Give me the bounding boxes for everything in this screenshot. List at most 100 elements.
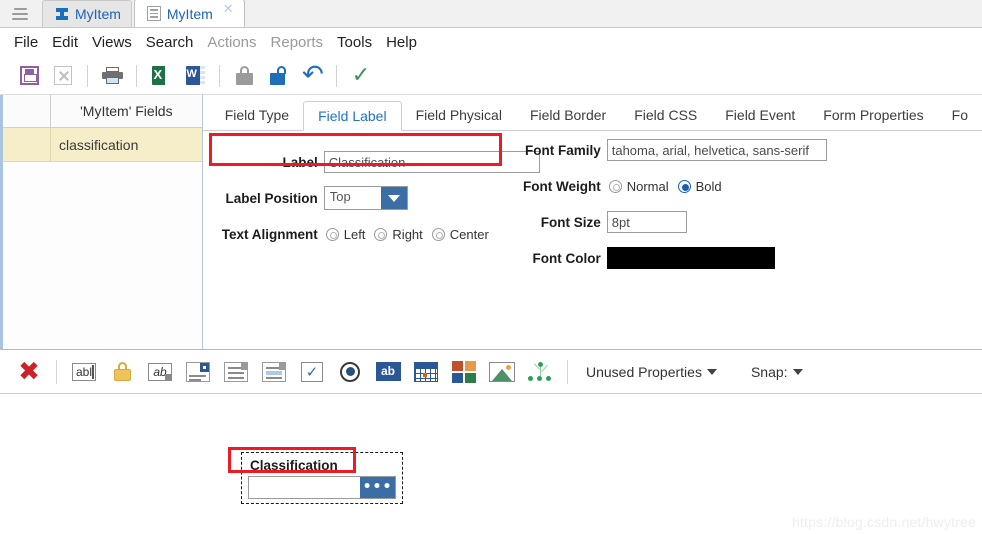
menu-item-search[interactable]: Search xyxy=(146,32,208,53)
browser-tab-bar: MyItem MyItem ✕ xyxy=(0,0,982,28)
close-icon[interactable]: ✕ xyxy=(223,2,234,15)
padlock-closed-icon xyxy=(235,66,253,85)
lock-button xyxy=(227,61,261,91)
radio-control-button[interactable] xyxy=(331,354,369,390)
font-size-row: Font Size xyxy=(511,207,827,237)
font-color-caption: Font Color xyxy=(532,250,601,266)
tab-field-label[interactable]: Field Label xyxy=(303,101,402,131)
window-tab-myitem-2[interactable]: MyItem ✕ xyxy=(133,0,245,27)
calendar-icon xyxy=(414,361,438,382)
delete-button xyxy=(46,61,80,91)
red-x-icon: ✖ xyxy=(18,356,40,387)
form-design-canvas[interactable]: Classification ••• https://blog.csdn.net… xyxy=(0,394,982,534)
label-control-button[interactable]: ab xyxy=(369,354,407,390)
label-input[interactable] xyxy=(323,151,540,173)
radio-align-right[interactable]: Right xyxy=(374,227,423,242)
export-excel-button[interactable] xyxy=(144,61,178,91)
field-name-cell[interactable]: classification xyxy=(51,128,202,161)
middle-split: 'MyItem' Fields classification Field Typ… xyxy=(0,95,982,350)
radio-label: Bold xyxy=(695,178,722,194)
font-color-swatch[interactable] xyxy=(606,247,775,269)
combobox-control-button[interactable] xyxy=(179,354,217,390)
label-position-select[interactable]: Top xyxy=(323,186,408,210)
label-caption: Label xyxy=(282,154,318,170)
font-weight-caption: Font Weight xyxy=(523,178,601,194)
window-tab-label: MyItem xyxy=(75,6,121,22)
image-control-button[interactable] xyxy=(483,354,521,390)
font-family-row: Font Family xyxy=(511,135,827,165)
chevron-down-icon xyxy=(792,368,803,375)
hamburger-menu-icon[interactable] xyxy=(0,0,40,27)
tab-field-border[interactable]: Field Border xyxy=(516,100,620,130)
tab-form-overflow[interactable]: Fo xyxy=(938,100,982,130)
textarea-control-button[interactable]: ab xyxy=(141,354,179,390)
combo-box-icon xyxy=(186,361,210,382)
tiles-control-button[interactable] xyxy=(445,354,483,390)
tab-field-type[interactable]: Field Type xyxy=(211,100,303,130)
label-position-caption: Label Position xyxy=(225,190,318,206)
widget-input[interactable]: ••• xyxy=(248,476,396,499)
row-gutter[interactable] xyxy=(3,128,51,161)
radio-font-normal[interactable]: Normal xyxy=(608,178,669,194)
grid-table-icon xyxy=(146,6,161,21)
menu-item-tools[interactable]: Tools xyxy=(337,32,386,53)
menu-item-file[interactable]: File xyxy=(14,32,52,53)
radio-font-bold[interactable]: Bold xyxy=(677,178,722,194)
font-family-input[interactable] xyxy=(606,139,827,161)
fields-list-panel: 'MyItem' Fields classification xyxy=(0,95,203,349)
listbox-control-button[interactable] xyxy=(217,354,255,390)
menu-item-actions: Actions xyxy=(207,34,257,51)
tree-control-button[interactable] xyxy=(521,354,559,390)
delete-x-box-icon xyxy=(54,66,72,85)
snap-menu[interactable]: Snap: xyxy=(741,364,813,380)
ellipsis-button[interactable]: ••• xyxy=(360,477,395,498)
menu-item-edit[interactable]: Edit xyxy=(52,32,92,53)
list-box-icon xyxy=(224,361,248,382)
tab-form-properties[interactable]: Form Properties xyxy=(809,100,937,130)
print-button[interactable] xyxy=(95,61,129,91)
radio-label: Normal xyxy=(626,178,669,194)
chevron-down-icon[interactable] xyxy=(380,187,407,209)
radio-dot-icon xyxy=(325,227,339,241)
export-word-button[interactable] xyxy=(178,61,212,91)
floppy-disk-save-icon xyxy=(19,66,39,85)
excel-spreadsheet-icon xyxy=(151,66,171,85)
undo-button[interactable]: ↶ xyxy=(295,61,329,91)
radio-align-left[interactable]: Left xyxy=(325,227,365,242)
tab-field-physical[interactable]: Field Physical xyxy=(402,100,516,130)
image-picture-icon xyxy=(489,361,515,382)
font-size-input[interactable] xyxy=(606,211,687,233)
tab-field-event[interactable]: Field Event xyxy=(711,100,809,130)
font-family-caption: Font Family xyxy=(524,142,601,158)
radio-dot-icon xyxy=(608,179,622,193)
column-header-fields[interactable]: 'MyItem' Fields xyxy=(51,95,202,127)
menu-item-help[interactable]: Help xyxy=(386,32,431,53)
printer-icon xyxy=(101,67,123,84)
snap-label: Snap: xyxy=(750,363,788,380)
control-palette-toolbar: ✖ abl ab ✓ ab Unused Properties Snap: xyxy=(0,350,982,394)
checkbox-icon: ✓ xyxy=(301,361,323,382)
checkbox-control-button[interactable]: ✓ xyxy=(293,354,331,390)
padlock-yellow-icon xyxy=(113,362,131,381)
radio-dot-selected-icon xyxy=(677,179,691,193)
unlock-button[interactable] xyxy=(261,61,295,91)
calendar-control-button[interactable] xyxy=(407,354,445,390)
protected-field-button[interactable] xyxy=(103,354,141,390)
table-row[interactable]: classification xyxy=(3,128,202,162)
unused-properties-menu[interactable]: Unused Properties xyxy=(576,364,727,380)
save-button[interactable] xyxy=(12,61,46,91)
radio-align-center[interactable]: Center xyxy=(431,227,489,242)
hamburger-line xyxy=(12,12,28,15)
unused-properties-label: Unused Properties xyxy=(586,363,702,380)
tab-field-css[interactable]: Field CSS xyxy=(620,100,711,130)
remove-control-button[interactable]: ✖ xyxy=(10,354,48,390)
apply-button[interactable]: ✓ xyxy=(344,61,378,91)
menu-item-views[interactable]: Views xyxy=(92,32,146,53)
selection-list-button[interactable] xyxy=(255,354,293,390)
window-tab-myitem-1[interactable]: MyItem xyxy=(42,0,132,27)
radio-dot-icon xyxy=(374,227,388,241)
label-position-value: Top xyxy=(329,189,351,204)
widget-label[interactable]: Classification xyxy=(250,458,338,473)
textbox-control-button[interactable]: abl xyxy=(65,354,103,390)
text-alignment-caption: Text Alignment xyxy=(221,226,318,242)
